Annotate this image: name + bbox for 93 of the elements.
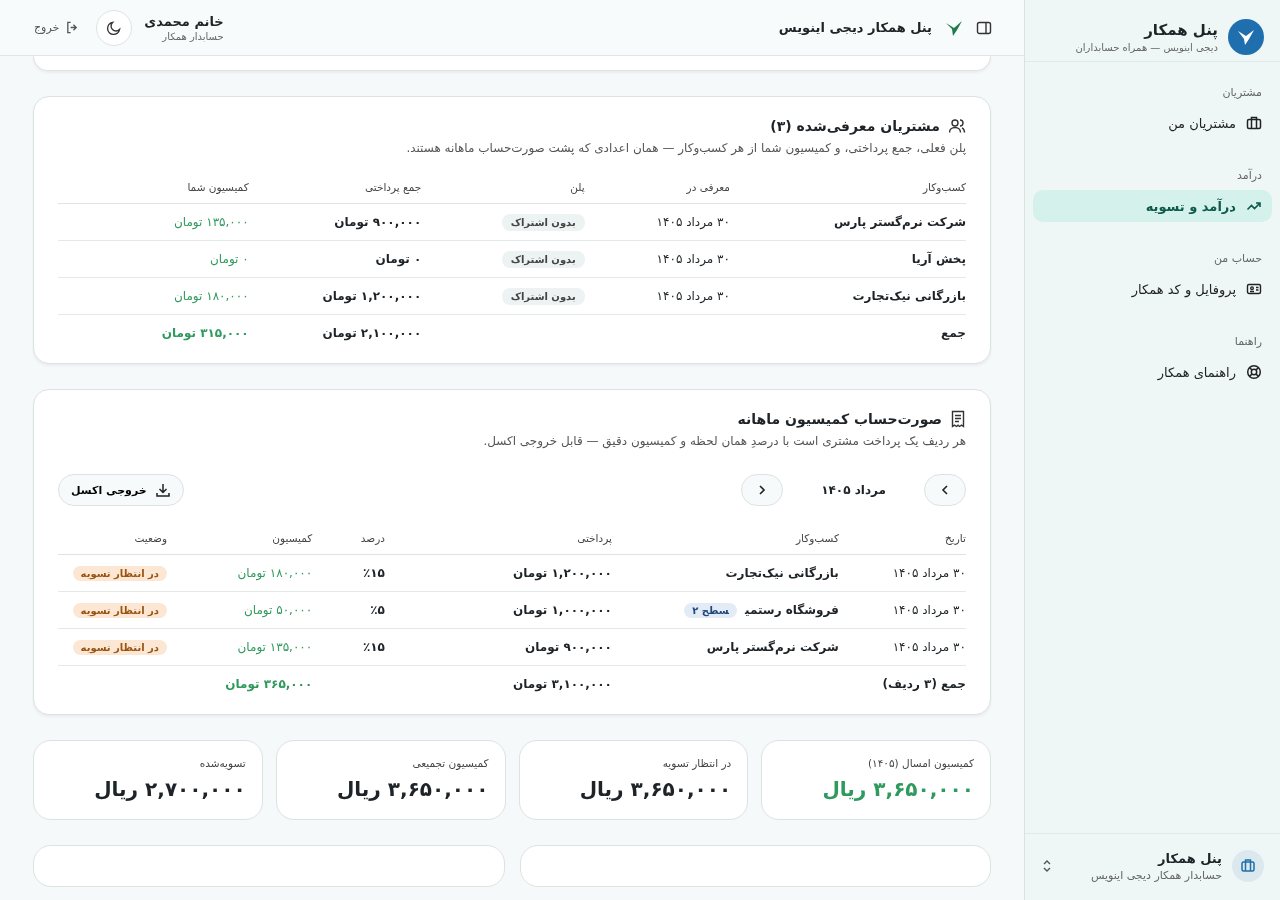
table-cell: ۳۰ مرداد ۱۴۰۵ (656, 289, 730, 303)
total-label: جمع (۳ ردیف) (882, 677, 966, 691)
column-header: معرفی در (686, 181, 730, 193)
briefcase-icon (1246, 115, 1262, 131)
table-cell: ۳,۱۰۰,۰۰۰ تومان (513, 677, 612, 691)
table-cell: ۰ تومان (210, 252, 249, 266)
status-badge: در انتظار تسویه (72, 566, 167, 581)
column-header: کسب‌وکار (923, 181, 966, 193)
card-description: پلن فعلی، جمع پرداختی، و کمیسیون شما از هر کسب‌وکار — همان اعدادی که پشت صورت‌حساب ماهانه هستند. (405, 141, 966, 155)
table-cell: ٪۱۵ (362, 640, 385, 654)
stat-label: در انتظار تسویه (661, 757, 732, 769)
column-header: جمع پرداختی (365, 181, 422, 193)
table-cell: ۹۰۰,۰۰۰ تومان (525, 640, 612, 654)
section-heading: راهنما (1233, 335, 1263, 350)
column-header: کمیسیون شما (187, 181, 249, 193)
status-badge: در انتظار تسویه (72, 640, 167, 655)
total-label: جمع (941, 326, 966, 340)
table-cell: ۱۳۵,۰۰۰ تومان (173, 215, 249, 229)
table-cell: ٪۵ (370, 603, 385, 617)
stat-label: تسویه‌شده (198, 757, 246, 769)
table-cell: ۳۰ مرداد ۱۴۰۵ (892, 566, 966, 580)
table-cell: ۱۳۵,۰۰۰ تومان (237, 640, 313, 654)
table-cell: شرکت نرم‌گستر پارس (706, 640, 839, 654)
column-header: وضعیت (134, 532, 167, 544)
column-header: تاریخ (945, 532, 966, 544)
card-description: هر ردیف یک پرداخت مشتری است با درصدِ همان لحظه و کمیسیون دقیق — قابل خروجی اکسل. (482, 434, 966, 448)
id-card-icon (1246, 281, 1262, 297)
stat-value: ۲,۷۰۰,۰۰۰ ریال (93, 777, 246, 801)
plan-badge: بدون اشتراک (501, 288, 585, 305)
user-role: حسابدار همکار (160, 30, 224, 42)
table-cell: فروشگاه رستمی (745, 603, 839, 617)
column-header: پلن (570, 181, 585, 193)
table-cell: ۰ تومان (375, 252, 422, 266)
table-cell: ۱,۰۰۰,۰۰۰ تومان (513, 603, 612, 617)
table-cell: ۳۱۵,۰۰۰ تومان (161, 326, 249, 340)
level-badge: سطح ۲ (684, 603, 737, 618)
table-cell: ٪۱۵ (362, 566, 385, 580)
receipt-icon (950, 410, 966, 428)
workspace-switcher[interactable]: پنل همکار حسابدار همکار دیجی اینویس (1025, 833, 1280, 900)
table-cell: ۳۰ مرداد ۱۴۰۵ (656, 252, 730, 266)
sidebar-toggle-icon[interactable] (976, 19, 992, 36)
column-header: کمیسیون (272, 532, 313, 544)
logout-button[interactable]: خروج (30, 16, 85, 39)
table-cell: بازرگانی نیک‌تجارت (852, 289, 966, 303)
column-header: درصد (360, 532, 385, 544)
moon-icon (106, 19, 123, 36)
bird-logo-icon (1228, 18, 1264, 55)
export-excel-button[interactable]: خروجی اکسل (58, 474, 184, 506)
section-heading: مشتریان (1221, 86, 1263, 101)
table-cell: بازرگانی نیک‌تجارت (725, 566, 839, 580)
table-cell: ۱۸۰,۰۰۰ تومان (173, 289, 249, 303)
table-cell: ۳۰ مرداد ۱۴۰۵ (656, 215, 730, 229)
user-name: خانم محمدی (144, 13, 224, 29)
stat-label: کمیسیون تجمیعی (411, 757, 489, 769)
brand-title: پنل همکار (1142, 20, 1218, 39)
theme-toggle-button[interactable] (96, 9, 133, 46)
app-title: پنل همکار دیجی اینویس (778, 20, 932, 35)
column-header: پرداختی (577, 532, 612, 544)
chevron-left-icon (939, 484, 951, 496)
stat-value: ۳,۶۵۰,۰۰۰ ریال (578, 777, 732, 801)
column-header: کسب‌وکار (795, 532, 839, 544)
brand-subtitle: دیجی اینویس — همراه حسابداران (1075, 41, 1218, 53)
table-cell: ۹۰۰,۰۰۰ تومان (334, 215, 422, 229)
nav-item[interactable]: درآمد و تسویه (1033, 190, 1272, 222)
table-cell: ۱۸۰,۰۰۰ تومان (237, 566, 313, 580)
nav-item[interactable]: راهنمای همکار (1033, 356, 1272, 388)
table-cell: ۵۰,۰۰۰ تومان (243, 603, 313, 617)
lifebuoy-icon (1246, 364, 1262, 380)
chevron-updown-icon (1041, 858, 1053, 874)
users-icon (948, 117, 966, 135)
download-icon (154, 482, 171, 498)
nav-item[interactable]: مشتریان من (1033, 107, 1272, 139)
plan-badge: بدون اشتراک (501, 251, 585, 268)
table-cell: ۲,۱۰۰,۰۰۰ تومان (322, 326, 422, 340)
table-cell: ۱,۲۰۰,۰۰۰ تومان (322, 289, 422, 303)
briefcase-icon (1232, 850, 1264, 882)
table-cell: شرکت نرم‌گستر پارس (833, 215, 966, 229)
card-title: مشتریان معرفی‌شده (۳) (770, 118, 940, 134)
section-heading: درآمد (1236, 169, 1263, 184)
table-cell: ۱,۲۰۰,۰۰۰ تومان (513, 566, 612, 580)
plan-badge: بدون اشتراک (501, 214, 585, 231)
stat-value: ۳,۶۵۰,۰۰۰ ریال (336, 777, 489, 801)
status-badge: در انتظار تسویه (72, 603, 167, 618)
section-heading: حساب من (1212, 252, 1263, 267)
table-cell: ۳۰ مرداد ۱۴۰۵ (892, 640, 966, 654)
card-title: صورت‌حساب کمیسیون ماهانه (737, 411, 942, 427)
nav-item[interactable]: پروفایل و کد همکار (1033, 273, 1272, 305)
stat-value: ۳,۶۵۰,۰۰۰ ریال (821, 777, 974, 801)
table-cell: ۳۶۵,۰۰۰ تومان (225, 677, 313, 691)
stat-label: کمیسیون امسال (۱۴۰۵) (866, 757, 974, 769)
table-cell: پخش آریا (911, 252, 966, 266)
table-cell: ۳۰ مرداد ۱۴۰۵ (892, 603, 966, 617)
month-label: مرداد ۱۴۰۵ (821, 483, 886, 497)
